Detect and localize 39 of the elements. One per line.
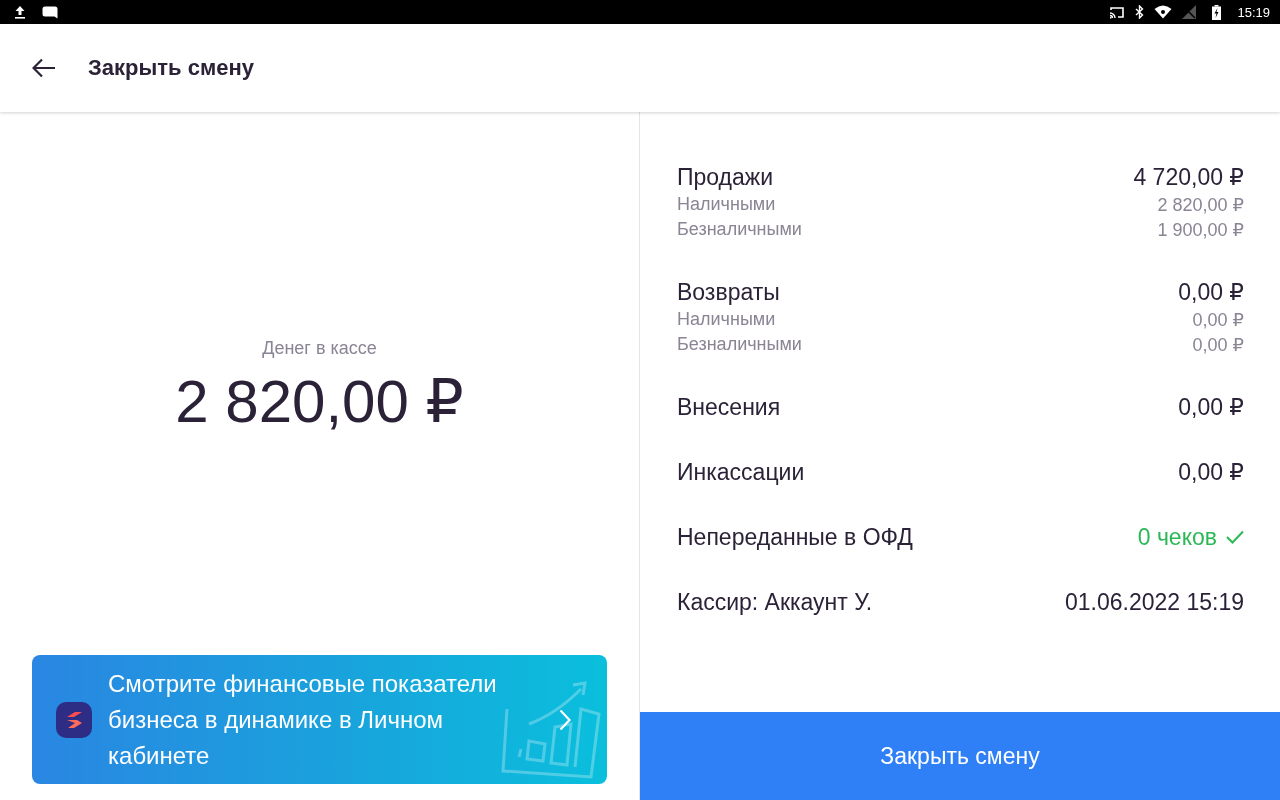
back-button[interactable] <box>32 58 56 78</box>
chevron-right-icon <box>559 709 571 731</box>
summary-value: 01.06.2022 15:19 <box>1064 588 1244 616</box>
promo-text: Смотрите финансовые показатели бизнеса в динамике в Личном кабинете <box>108 668 498 771</box>
detail-value: 1 900,00 ₽ <box>1157 218 1244 241</box>
promo-banner[interactable]: Смотрите финансовые показатели бизнеса в динамике в Личном кабинете <box>32 655 607 784</box>
check-icon <box>1226 530 1244 544</box>
status-time: 15:19 <box>1237 4 1270 20</box>
detail-value: 2 820,00 ₽ <box>1157 193 1244 216</box>
detail-label: Наличными <box>677 309 777 330</box>
summary-label: Непереданные в ОФД <box>677 523 914 551</box>
summary-value: 4 720,00 ₽ <box>1133 163 1244 191</box>
detail-value: 0,00 ₽ <box>1192 333 1244 356</box>
wifi-icon <box>1154 5 1173 19</box>
summary-value: 0,00 ₽ <box>1178 458 1244 486</box>
cast-icon <box>1109 5 1126 19</box>
summary-value: 0,00 ₽ <box>1178 393 1244 421</box>
cash-label: Денег в кассе <box>262 338 377 359</box>
message-icon <box>42 5 58 19</box>
detail-label: Безналичными <box>677 219 803 240</box>
summary-label: Возвраты <box>677 278 781 306</box>
detail-label: Безналичными <box>677 334 803 355</box>
cash-amount: 2 820,00 ₽ <box>175 369 464 435</box>
app-logo-icon <box>56 701 92 738</box>
screen-title: Закрыть смену <box>88 55 254 81</box>
summary-label: Продажи <box>677 163 775 191</box>
summary-value: 0,00 ₽ <box>1178 278 1244 306</box>
upload-icon <box>14 5 26 19</box>
summary-label: Инкассации <box>677 458 806 486</box>
back-arrow-icon <box>32 58 56 78</box>
detail-label: Наличными <box>677 194 777 215</box>
close-shift-button[interactable]: Закрыть смену <box>640 712 1280 800</box>
detail-value: 0,00 ₽ <box>1192 308 1244 331</box>
signal-icon <box>1182 5 1197 19</box>
status-value: 0 чеков <box>1137 523 1217 551</box>
summary-label: Кассир: Аккаунт У. <box>677 588 874 616</box>
bluetooth-icon <box>1135 5 1145 19</box>
summary-label: Внесения <box>677 393 782 421</box>
battery-charging-icon <box>1212 4 1222 20</box>
